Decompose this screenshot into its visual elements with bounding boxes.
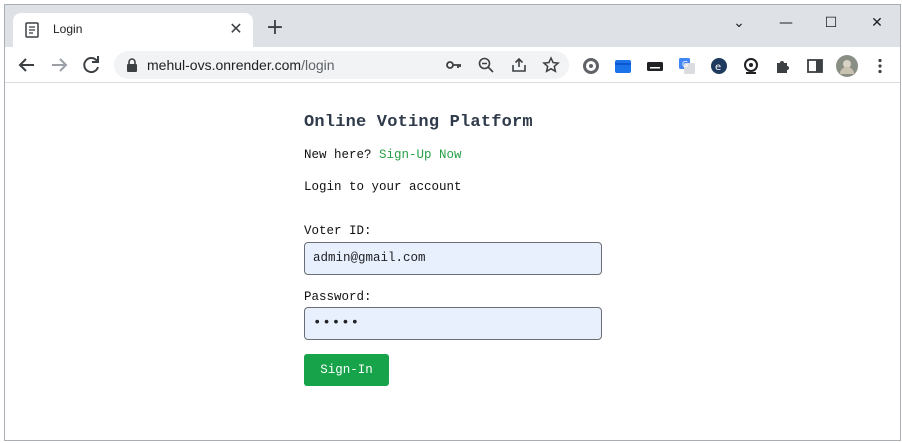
signup-prompt: New here? Sign-Up Now (304, 148, 462, 162)
sidebar-icon[interactable] (806, 57, 824, 75)
webcam-icon[interactable] (742, 57, 760, 75)
voter-id-input[interactable]: admin@gmail.com (304, 242, 602, 275)
tab-strip: Login ✕ + ⌄ — ☐ ✕ (5, 5, 900, 47)
share-icon[interactable] (510, 56, 528, 74)
reel-icon[interactable] (582, 57, 600, 75)
extension-e-icon[interactable]: e (710, 57, 728, 75)
password-label: Password: (304, 290, 372, 304)
folder-icon[interactable] (614, 57, 632, 75)
url-text[interactable]: mehul-ovs.onrender.com/login (147, 57, 335, 73)
key-icon[interactable] (445, 56, 463, 74)
tab-search-icon[interactable]: ⌄ (721, 11, 757, 35)
tab-title: Login (53, 22, 83, 36)
avatar[interactable] (836, 55, 858, 77)
new-here-text: New here? (304, 148, 372, 162)
lock-icon[interactable] (126, 58, 138, 72)
back-arrow-icon[interactable] (15, 53, 39, 77)
minimize-button[interactable]: — (768, 11, 804, 35)
translate-icon[interactable]: G (678, 57, 696, 75)
browser-toolbar: mehul-ovs.onrender.com/login G e (5, 47, 900, 83)
voter-id-label: Voter ID: (304, 224, 372, 238)
forward-arrow-icon[interactable] (47, 53, 71, 77)
page-title: Online Voting Platform (304, 113, 533, 132)
close-tab-icon[interactable]: ✕ (227, 20, 245, 38)
svg-text:G: G (682, 60, 688, 69)
menu-dots-icon[interactable] (871, 57, 889, 75)
url-path: /login (301, 57, 335, 73)
signup-link[interactable]: Sign-Up Now (379, 148, 462, 162)
puzzle-icon[interactable] (774, 57, 792, 75)
zoom-out-icon[interactable] (477, 56, 495, 74)
maximize-button[interactable]: ☐ (813, 11, 849, 35)
url-host: mehul-ovs.onrender.com (147, 57, 302, 73)
tab-login[interactable]: Login ✕ (13, 13, 253, 47)
new-tab-button[interactable]: + (263, 17, 287, 41)
reload-icon[interactable] (79, 53, 103, 77)
keyboard-icon[interactable] (646, 57, 664, 75)
close-window-button[interactable]: ✕ (859, 11, 895, 35)
browser-window: Login ✕ + ⌄ — ☐ ✕ mehul-ovs.onrender.com… (4, 4, 901, 441)
login-subtitle: Login to your account (304, 180, 462, 194)
sign-in-button[interactable]: Sign-In (304, 354, 389, 386)
page-content: Online Voting Platform New here? Sign-Up… (5, 84, 900, 440)
star-icon[interactable] (542, 56, 560, 74)
password-input[interactable]: ••••• (304, 307, 602, 340)
document-icon (25, 22, 39, 38)
address-bar[interactable]: mehul-ovs.onrender.com/login (114, 51, 569, 79)
svg-text:e: e (715, 62, 721, 73)
